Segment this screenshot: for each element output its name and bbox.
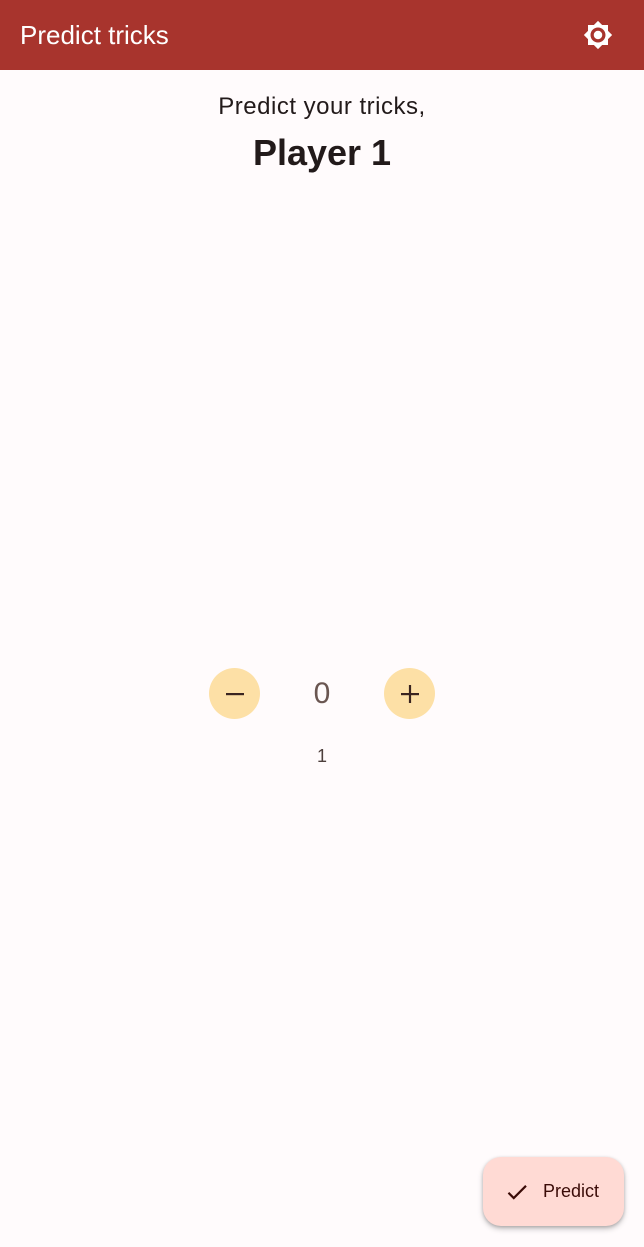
prompt-text: Predict your tricks, bbox=[218, 93, 426, 120]
player-name: Player 1 bbox=[252, 132, 392, 173]
plus-icon bbox=[400, 684, 419, 703]
minus-icon bbox=[225, 692, 244, 695]
decrement-button[interactable] bbox=[209, 668, 260, 719]
settings-button[interactable] bbox=[578, 15, 618, 55]
check-icon bbox=[507, 1184, 527, 1200]
increment-button[interactable] bbox=[384, 668, 435, 719]
sub-value: 1 bbox=[316, 746, 327, 766]
tricks-stepper: 0 bbox=[209, 668, 435, 719]
brightness-gear-icon bbox=[583, 20, 613, 50]
tricks-value: 0 bbox=[313, 677, 331, 710]
predict-button-label: Predict bbox=[543, 1181, 600, 1201]
predict-button[interactable]: Predict bbox=[483, 1157, 624, 1226]
app-bar: Predict tricks bbox=[0, 0, 644, 70]
app-title: Predict tricks bbox=[20, 20, 169, 50]
